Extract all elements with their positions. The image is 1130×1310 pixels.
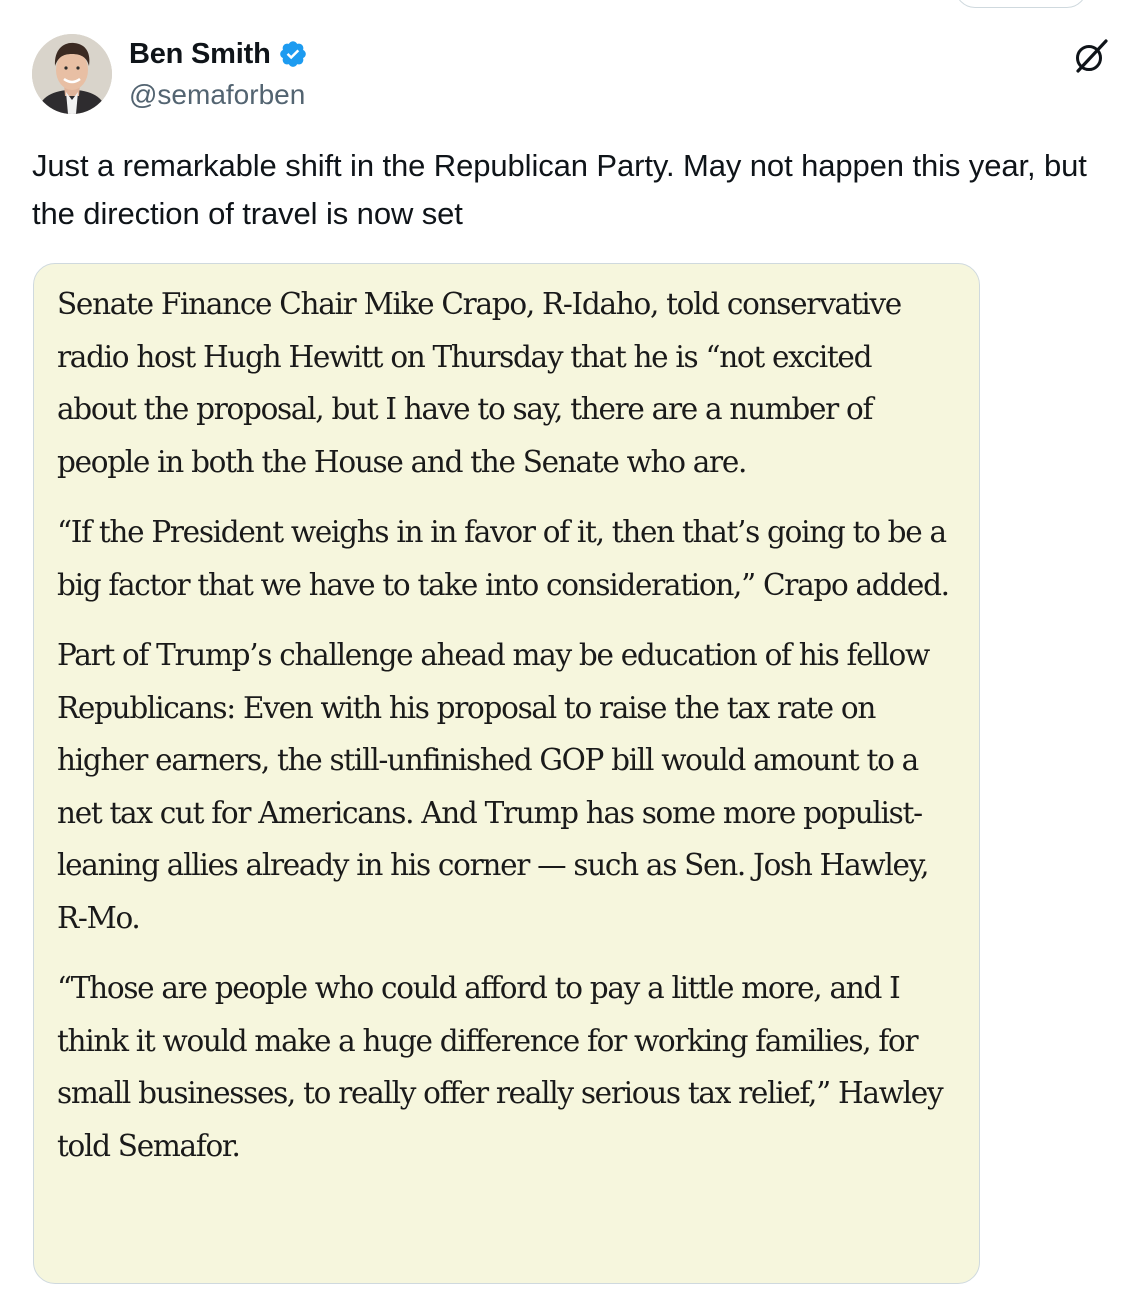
author-handle[interactable]: @semaforben xyxy=(129,79,308,111)
grok-icon[interactable] xyxy=(1072,37,1110,75)
quote-paragraph: Senate Finance Chair Mike Crapo, R-Idaho… xyxy=(57,287,902,479)
quote-paragraph: Part of Trump’s challenge ahead may be e… xyxy=(57,638,930,935)
avatar-photo xyxy=(32,34,112,114)
quote-paragraph: “If the President weighs in in favor of … xyxy=(57,515,950,602)
verified-badge-icon xyxy=(279,41,306,67)
author-block: Ben Smith @semaforben xyxy=(129,36,308,111)
avatar[interactable] xyxy=(32,34,112,114)
author-name-row: Ben Smith xyxy=(129,36,308,72)
quoted-article-image[interactable]: Senate Finance Chair Mike Crapo, R-Idaho… xyxy=(33,263,980,1284)
author-name[interactable]: Ben Smith xyxy=(129,38,271,71)
top-button-edge[interactable] xyxy=(955,0,1087,8)
quote-paragraph: “Those are people who could afford to pa… xyxy=(57,971,944,1163)
post-text: Just a remarkable shift in the Republica… xyxy=(32,148,1087,231)
